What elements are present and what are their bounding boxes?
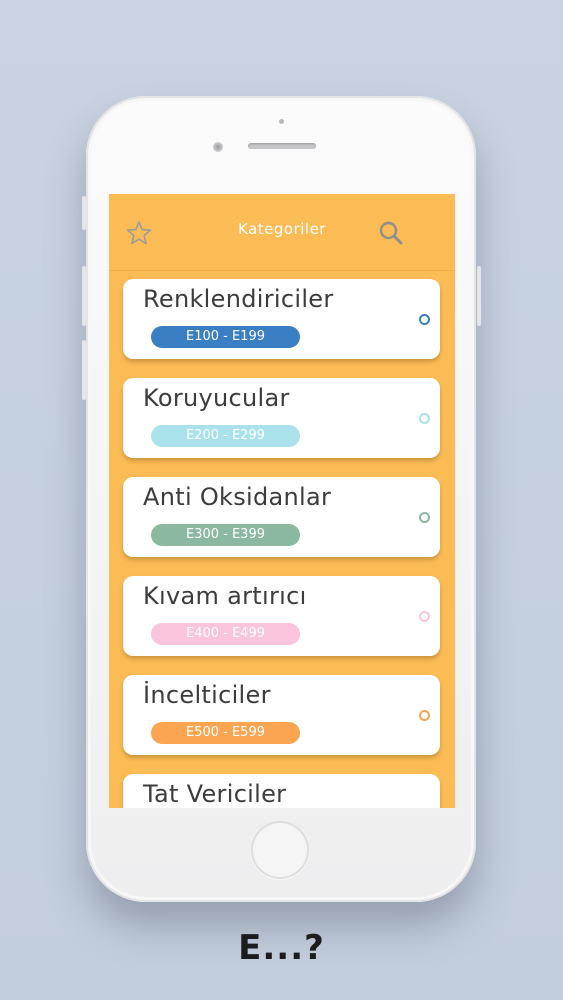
volume-down-button — [82, 340, 86, 400]
range-badge: E500 - E599 — [151, 722, 300, 744]
category-card[interactable]: Koruyucular E200 - E299 — [123, 378, 440, 458]
category-card[interactable]: Renklendiriciler E100 - E199 — [123, 279, 440, 359]
category-name: Anti Oksidanlar — [143, 483, 332, 511]
category-card[interactable]: Kıvam artırıcı E400 - E499 — [123, 576, 440, 656]
app-screen: Kategoriler Renklendiriciler E100 - E199 K… — [109, 194, 455, 808]
category-name: İncelticiler — [143, 681, 271, 709]
home-button[interactable] — [251, 821, 309, 879]
range-badge: E100 - E199 — [151, 326, 300, 348]
category-name: Kıvam artırıcı — [143, 582, 307, 610]
volume-up-button — [82, 266, 86, 326]
caption-text: E...? — [238, 928, 325, 968]
power-button — [477, 266, 481, 326]
mute-switch — [82, 196, 86, 230]
range-badge: E200 - E299 — [151, 425, 300, 447]
category-color-dot — [419, 611, 430, 622]
category-color-dot — [419, 314, 430, 325]
range-badge: E400 - E499 — [151, 623, 300, 645]
earpiece-speaker — [248, 143, 316, 149]
category-name: Tat Vericiler — [143, 780, 287, 808]
category-color-dot — [419, 413, 430, 424]
category-card[interactable]: İncelticiler E500 - E599 — [123, 675, 440, 755]
category-color-dot — [419, 710, 430, 721]
category-name: Koruyucular — [143, 384, 290, 412]
search-icon[interactable] — [378, 220, 404, 246]
app-header: Kategoriler — [109, 194, 455, 271]
category-color-dot — [419, 512, 430, 523]
proximity-sensor — [279, 119, 284, 124]
category-card[interactable]: Anti Oksidanlar E300 - E399 — [123, 477, 440, 557]
category-name: Renklendiriciler — [143, 285, 334, 313]
range-badge: E300 - E399 — [151, 524, 300, 546]
category-card[interactable]: Tat Vericiler — [123, 774, 440, 808]
front-camera — [213, 142, 223, 152]
